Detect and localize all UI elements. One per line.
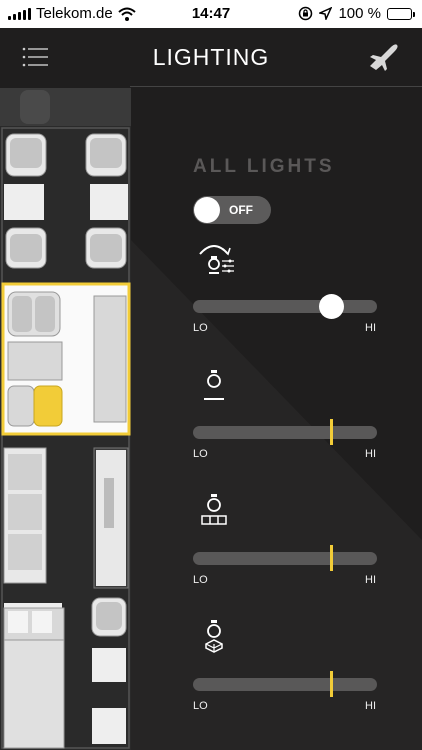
location-arrow-icon (319, 7, 333, 20)
zone4-lo-label: LO (193, 700, 208, 712)
all-lights-toggle[interactable]: OFF (193, 196, 271, 224)
rotation-lock-icon (299, 6, 313, 21)
background-decoration (131, 240, 422, 750)
all-lights-heading: ALL LIGHTS (193, 156, 335, 177)
zone2-lo-label: LO (193, 448, 208, 460)
zone4-slider-thumb[interactable] (330, 671, 333, 697)
page-title: LIGHTING (152, 44, 270, 70)
floor-bulb-icon (205, 620, 223, 653)
battery-icon (387, 7, 415, 20)
zone1-slider[interactable] (193, 294, 377, 319)
cabin-map[interactable] (0, 88, 131, 750)
status-bar: Telekom.de 14:47 100 % (0, 0, 422, 28)
zone2-slider-thumb[interactable] (330, 419, 333, 445)
battery-percent: 100 % (338, 5, 381, 22)
zone1-lo-label: LO (193, 322, 208, 334)
status-right: 100 % (298, 5, 415, 22)
zone3-lo-label: LO (193, 574, 208, 586)
zone2-slider[interactable] (193, 419, 377, 445)
zone3-hi-label: HI (365, 574, 376, 586)
toggle-knob (194, 197, 220, 223)
zone3-slider[interactable] (193, 545, 377, 571)
zone4-slider[interactable] (193, 671, 377, 697)
ceiling-bulb-icon (204, 370, 224, 400)
airplane-icon[interactable] (366, 40, 402, 72)
cabin-layout (0, 88, 131, 750)
zone3-slider-thumb[interactable] (330, 545, 333, 571)
header-divider (130, 86, 422, 87)
app-header: LIGHTING (0, 28, 422, 88)
zone1-hi-label: HI (365, 322, 376, 334)
zone1-slider-thumb[interactable] (319, 294, 344, 319)
zone4-hi-label: HI (365, 700, 376, 712)
dimmer-bulb-icon (199, 245, 234, 274)
toggle-label: OFF (229, 203, 253, 217)
table-bulb-icon (201, 494, 227, 525)
zone2-hi-label: HI (365, 448, 376, 460)
